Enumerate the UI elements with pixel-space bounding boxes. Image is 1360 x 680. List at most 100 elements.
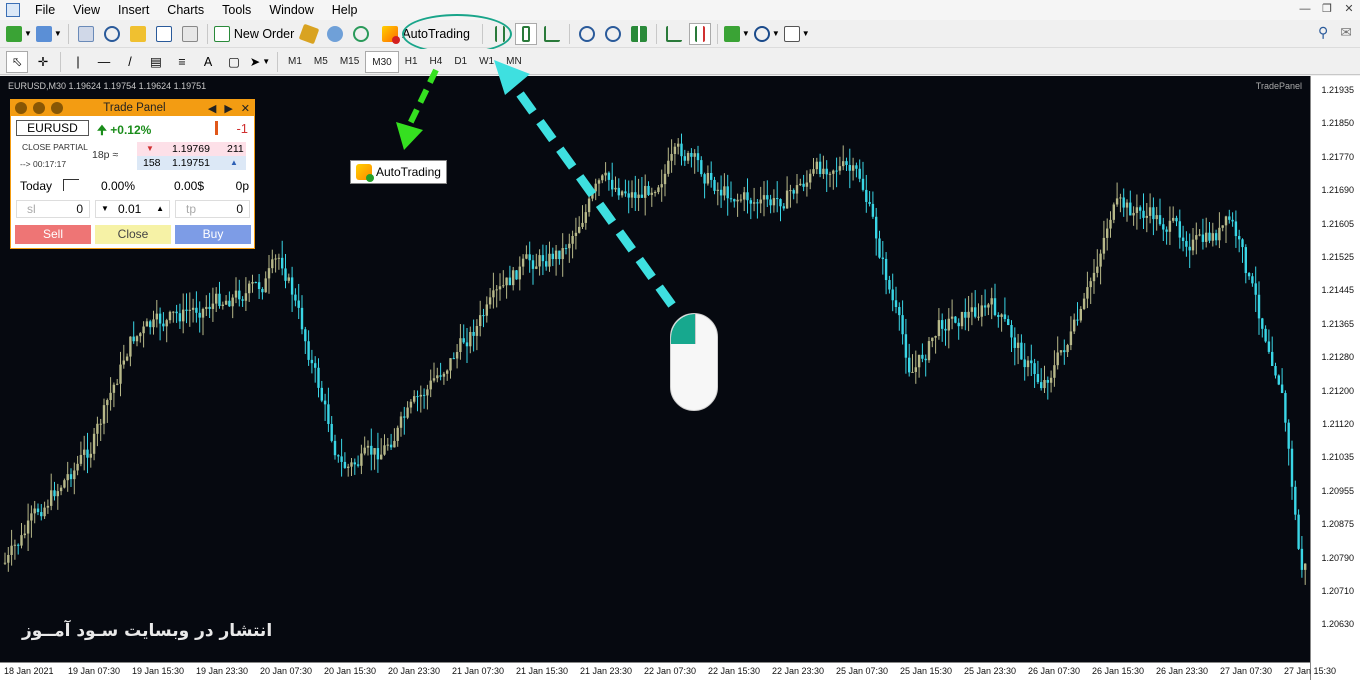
- buy-button[interactable]: Buy: [175, 225, 251, 244]
- close-button[interactable]: Close: [95, 225, 171, 244]
- autoscroll-button[interactable]: [688, 22, 711, 45]
- watermark: انتشار در وبسایت سـود آمــوز: [22, 621, 273, 641]
- candle-body: [795, 185, 799, 194]
- trendline-button[interactable]: /: [119, 51, 141, 73]
- settings-icon[interactable]: [33, 102, 45, 114]
- tester-button[interactable]: [179, 23, 201, 45]
- tf-d1[interactable]: D1: [448, 51, 473, 73]
- candle-body: [525, 254, 528, 259]
- sound-icon[interactable]: ◀: [208, 102, 216, 115]
- candle-body: [914, 367, 917, 372]
- zoom-in-button[interactable]: [576, 23, 598, 45]
- menu-charts[interactable]: Charts: [158, 0, 213, 20]
- symbol-selector[interactable]: EURUSD: [16, 120, 89, 136]
- fibonacci-icon: ≡: [178, 54, 186, 69]
- candle-body: [921, 354, 924, 359]
- tf-mn[interactable]: MN: [500, 51, 528, 73]
- indicators-button[interactable]: ▼: [723, 23, 750, 45]
- data-window-button[interactable]: [101, 23, 123, 45]
- candle-body: [789, 190, 792, 192]
- fibonacci-button[interactable]: ≡: [171, 51, 193, 73]
- tf-m15[interactable]: M15: [334, 51, 365, 73]
- search-icon[interactable]: ⚲: [1318, 24, 1328, 41]
- menu-file[interactable]: File: [26, 0, 64, 20]
- close-panel-icon[interactable]: ✕: [241, 102, 250, 115]
- templates-button[interactable]: ▼: [783, 23, 810, 45]
- tile-windows-button[interactable]: [628, 23, 650, 45]
- candle-body: [917, 354, 921, 368]
- candle-body: [30, 513, 33, 521]
- vertical-line-button[interactable]: |: [67, 51, 89, 73]
- new-order-button[interactable]: New Order: [213, 23, 294, 45]
- tf-w1[interactable]: W1: [473, 51, 500, 73]
- candle-body: [43, 507, 46, 517]
- tf-h4[interactable]: H4: [424, 51, 449, 73]
- menu-window[interactable]: Window: [260, 0, 322, 20]
- menu-insert[interactable]: Insert: [109, 0, 158, 20]
- candle-body: [56, 491, 59, 497]
- menu-tools[interactable]: Tools: [213, 0, 260, 20]
- sell-button[interactable]: Sell: [15, 225, 91, 244]
- terminal-button[interactable]: [153, 23, 175, 45]
- take-profit-input[interactable]: tp 0: [175, 200, 250, 218]
- text-button[interactable]: A: [197, 51, 219, 73]
- market-watch-button[interactable]: [75, 23, 97, 45]
- stop-loss-input[interactable]: sl 0: [16, 200, 90, 218]
- candle-body: [851, 165, 855, 171]
- restore-icon[interactable]: ❐: [1320, 2, 1334, 16]
- terminal-icon: [155, 25, 172, 42]
- channel-button[interactable]: ▤: [145, 51, 167, 73]
- candle-body: [554, 250, 558, 260]
- line-chart-button[interactable]: [541, 23, 563, 45]
- chat-icon[interactable]: ✉: [1340, 24, 1352, 41]
- close-icon[interactable]: ✕: [1342, 2, 1356, 16]
- menu-help[interactable]: Help: [323, 0, 367, 20]
- crosshair-button[interactable]: ✛: [32, 51, 54, 73]
- candle-body: [515, 270, 518, 280]
- candle-body: [436, 375, 439, 379]
- candle-body: [858, 168, 861, 179]
- candle-body: [350, 462, 353, 467]
- next-icon[interactable]: ▶: [224, 102, 232, 115]
- candle-body: [449, 358, 452, 371]
- bar-chart-button[interactable]: [489, 23, 511, 45]
- close-partial-button[interactable]: CLOSE PARTIAL: [22, 142, 88, 152]
- position-count: -1: [236, 121, 248, 136]
- chart-shift-button[interactable]: [663, 23, 685, 45]
- new-chart-button[interactable]: ▼: [6, 23, 32, 45]
- time-tick-label: 21 Jan 07:30: [452, 666, 505, 676]
- candle-body: [218, 293, 221, 307]
- candle-body: [723, 186, 726, 196]
- tf-m30[interactable]: M30: [365, 50, 399, 73]
- lot-increase-icon[interactable]: ▲: [156, 204, 164, 213]
- minimize-icon[interactable]: —: [1298, 2, 1312, 16]
- arrows-button[interactable]: ➤ ▼: [249, 51, 271, 73]
- candle-body: [700, 160, 703, 175]
- candle-body: [640, 194, 644, 198]
- horizontal-line-button[interactable]: —: [93, 51, 115, 73]
- signals-button[interactable]: [350, 23, 372, 45]
- candle-body: [1026, 360, 1030, 368]
- drag-icon[interactable]: [15, 102, 27, 114]
- periods-button[interactable]: ▼: [753, 23, 780, 45]
- menu-view[interactable]: View: [64, 0, 109, 20]
- main-toolbar: ▼ ▼ New Order AutoTrading ▼ ▼ ▼: [0, 20, 1360, 48]
- tf-h1[interactable]: H1: [399, 51, 424, 73]
- navigator-button[interactable]: [127, 23, 149, 45]
- lot-decrease-icon[interactable]: ▼: [101, 204, 109, 213]
- candle-body: [594, 183, 597, 192]
- candle-body: [366, 445, 370, 448]
- text-label-button[interactable]: ▢: [223, 51, 245, 73]
- lot-size-stepper[interactable]: ▼ 0.01 ▲: [95, 200, 170, 218]
- community-button[interactable]: [324, 23, 346, 45]
- zoom-out-button[interactable]: [602, 23, 624, 45]
- profiles-button[interactable]: ▼: [35, 23, 62, 45]
- tf-m5[interactable]: M5: [308, 51, 334, 73]
- eye-icon[interactable]: [51, 102, 63, 114]
- metaeditor-button[interactable]: [298, 23, 320, 45]
- autotrading-button[interactable]: AutoTrading: [376, 23, 476, 45]
- candlestick-button[interactable]: [514, 22, 537, 45]
- candle-body: [373, 448, 376, 455]
- cursor-button[interactable]: ⬁: [6, 50, 28, 73]
- tf-m1[interactable]: M1: [282, 51, 308, 73]
